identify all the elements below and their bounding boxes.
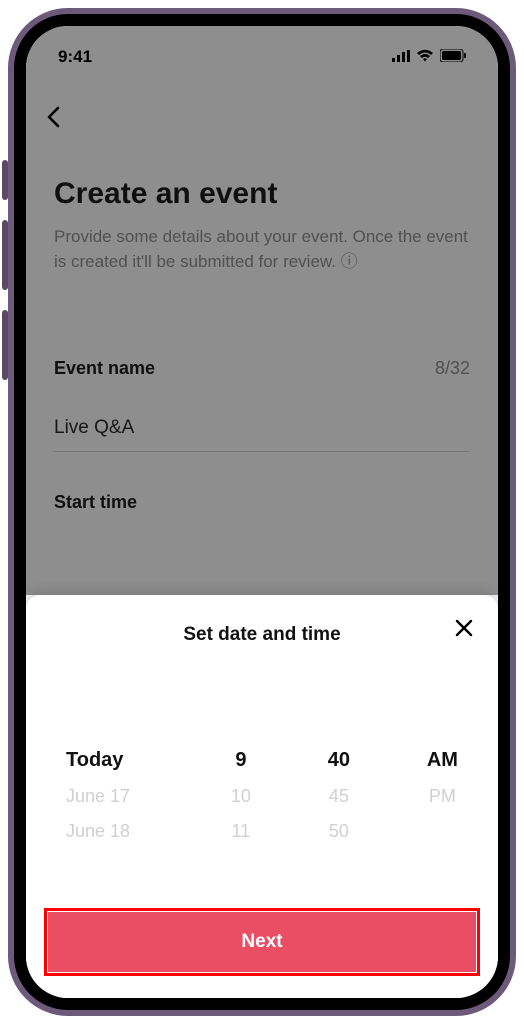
status-icons <box>392 47 466 67</box>
start-time-label: Start time <box>54 492 470 513</box>
picker-minute-column[interactable]: 40 45 50 <box>328 749 350 842</box>
picker-date-selected: Today <box>66 749 123 772</box>
back-icon[interactable] <box>46 115 60 132</box>
picker-hour-opt: 11 <box>232 821 251 842</box>
sheet-title: Set date and time <box>183 624 340 646</box>
picker-hour-column[interactable]: 9 10 11 <box>231 749 251 842</box>
event-name-label: Event name <box>54 358 155 379</box>
picker-period-column[interactable]: AM PM <box>427 749 458 842</box>
subtitle-text: Provide some details about your event. O… <box>54 227 468 271</box>
picker-period-placeholder <box>440 821 445 842</box>
picker-hour-selected: 9 <box>235 749 246 772</box>
next-button[interactable]: Next <box>48 912 476 972</box>
event-name-input[interactable] <box>54 403 470 452</box>
phone-frame-inner: 9:41 Create an event Provide some detail… <box>14 14 510 1010</box>
wifi-icon <box>416 47 434 67</box>
close-icon[interactable] <box>454 617 474 645</box>
datetime-sheet: Set date and time Today June 17 June 18 … <box>26 595 498 998</box>
picker-period-selected: AM <box>427 749 458 772</box>
picker-minute-selected: 40 <box>328 749 350 772</box>
screen: 9:41 Create an event Provide some detail… <box>26 26 498 998</box>
cellular-icon <box>392 47 410 67</box>
picker-date-column[interactable]: Today June 17 June 18 <box>66 749 154 842</box>
battery-icon <box>440 47 466 67</box>
phone-frame-outer: 9:41 Create an event Provide some detail… <box>8 8 516 1016</box>
status-time: 9:41 <box>58 47 92 67</box>
datetime-picker[interactable]: Today June 17 June 18 9 10 11 40 45 50 <box>48 749 476 842</box>
picker-date-opt: June 17 <box>66 786 130 807</box>
picker-minute-opt: 45 <box>329 786 349 807</box>
picker-hour-opt: 10 <box>231 786 251 807</box>
page-title: Create an event <box>54 177 470 211</box>
picker-minute-opt: 50 <box>329 821 349 842</box>
status-bar: 9:41 <box>26 26 498 74</box>
info-icon[interactable]: ⓘ <box>341 252 358 271</box>
picker-period-opt: PM <box>429 786 456 807</box>
picker-date-opt: June 18 <box>66 821 130 842</box>
page-subtitle: Provide some details about your event. O… <box>54 225 470 274</box>
char-counter: 8/32 <box>435 358 470 379</box>
